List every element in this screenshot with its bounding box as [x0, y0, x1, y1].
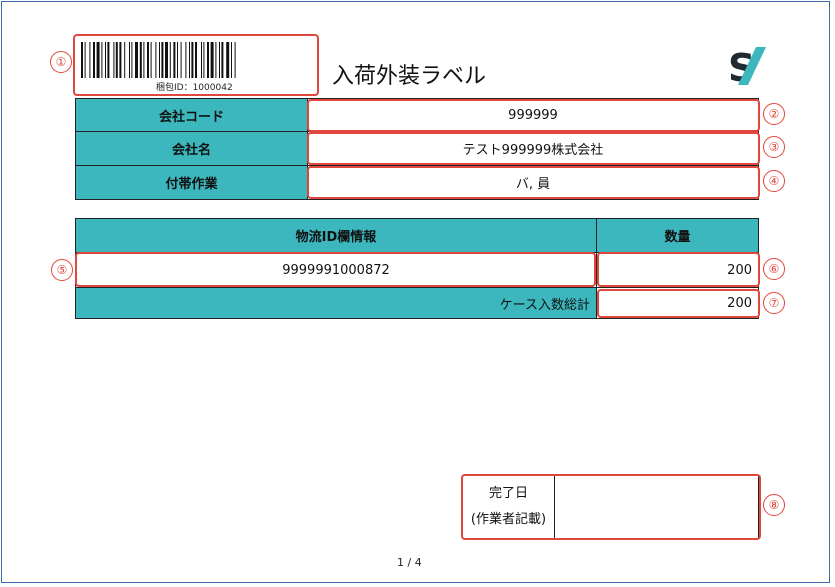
marker-box-2 — [307, 99, 760, 132]
marker-box-5 — [75, 252, 596, 287]
logistics-id-header: 物流ID欄情報 — [75, 218, 597, 253]
marker-1: ① — [50, 51, 72, 73]
marker-5: ⑤ — [51, 259, 73, 281]
marker-box-3 — [307, 132, 760, 165]
marker-box-4 — [307, 166, 760, 199]
extra-work-label: 付帯作業 — [75, 165, 308, 200]
s-slash-logo: S — [728, 46, 766, 87]
marker-7: ⑦ — [763, 292, 785, 314]
page-title: 入荷外装ラベル — [332, 64, 487, 89]
company-code-label: 会社コード — [75, 98, 308, 132]
company-name-label: 会社名 — [75, 131, 308, 166]
marker-8: ⑧ — [763, 494, 785, 516]
page-indicator: 1 / 4 — [397, 556, 422, 569]
marker-4: ④ — [763, 170, 785, 192]
marker-box-6 — [597, 252, 760, 287]
marker-box-1 — [73, 34, 319, 96]
marker-2: ② — [763, 103, 785, 125]
marker-box-7 — [597, 289, 760, 318]
quantity-header: 数量 — [596, 218, 759, 253]
marker-3: ③ — [763, 136, 785, 158]
marker-box-8 — [461, 474, 761, 540]
marker-6: ⑥ — [763, 258, 785, 280]
case-total-label: ケース入数総計 — [75, 287, 597, 319]
